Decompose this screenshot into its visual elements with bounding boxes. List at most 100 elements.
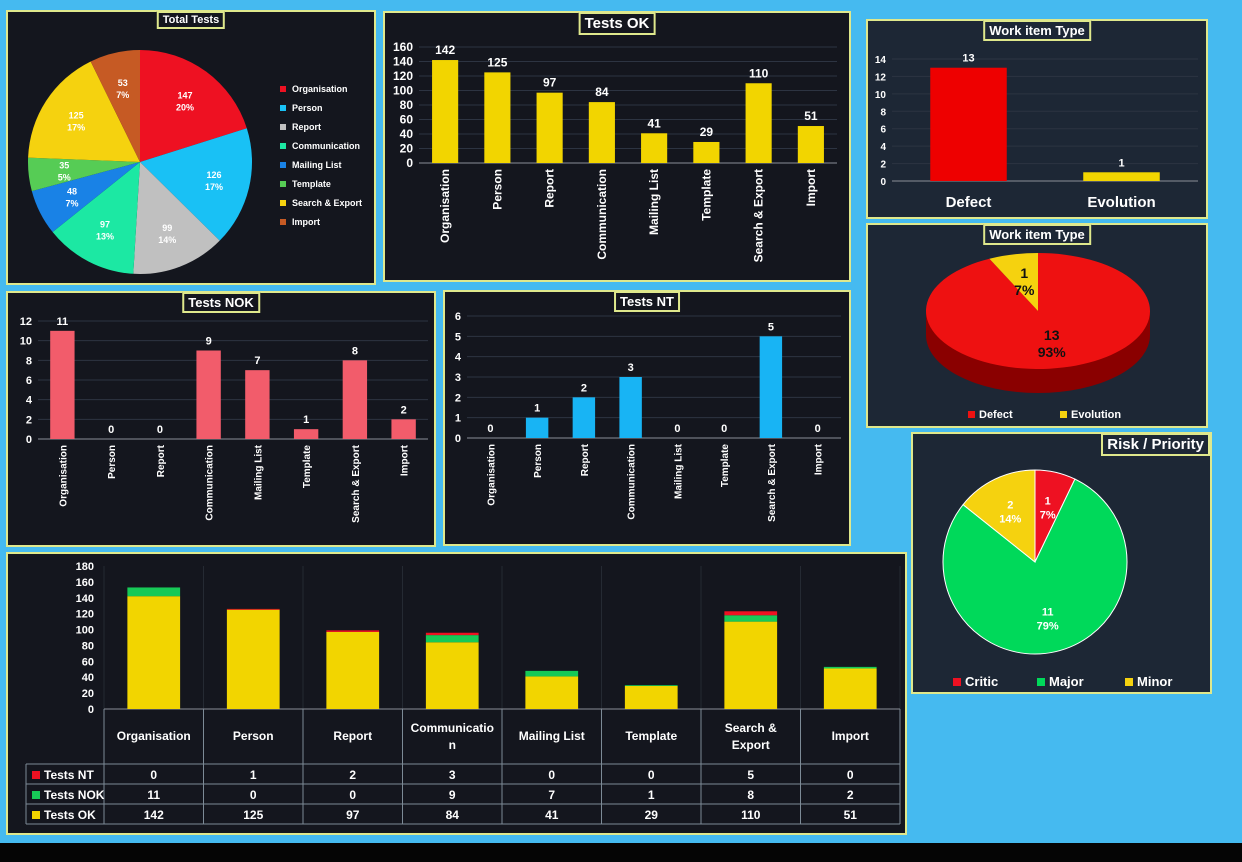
slice-value-label: 125	[69, 110, 84, 120]
data-label: 5	[768, 321, 774, 333]
y-tick-label: 120	[76, 609, 94, 621]
table-cell: 11	[147, 788, 160, 802]
table-cell: 51	[844, 808, 858, 822]
data-label: 0	[487, 423, 493, 435]
x-tick-label: Mailing List	[647, 169, 661, 235]
table-header-label: Search &	[725, 721, 777, 735]
table-cell: 97	[346, 808, 360, 822]
legend-label: Major	[1049, 674, 1084, 689]
bar-organisation	[50, 330, 75, 439]
legend-swatch-communication	[280, 143, 286, 149]
y-tick-label: 0	[455, 433, 461, 445]
y-tick-label: 0	[26, 434, 32, 446]
x-tick-label: Import	[804, 169, 818, 206]
bar-communication	[588, 102, 615, 163]
legend-label: Mailing List	[292, 160, 342, 170]
x-tick-label: Template	[302, 445, 313, 489]
table-cell: 1	[250, 768, 257, 782]
legend-swatch-import	[280, 219, 286, 225]
table-legend-swatch-tests-nt	[32, 771, 40, 779]
legend-label: Critic	[965, 674, 998, 689]
stack-segment-tests-ok-template	[624, 685, 678, 709]
slice-percent-label: 7%	[66, 198, 79, 208]
table-cell: 0	[250, 788, 257, 802]
table-cell: 29	[645, 808, 659, 822]
slice-value-label: 147	[178, 91, 193, 101]
data-label: 2	[401, 404, 407, 416]
table-header-label: Export	[732, 738, 770, 752]
data-label: 0	[815, 423, 821, 435]
tests-nt-panel: 0 1 2 3 4 5 6 0 Organisation 1 Person 2 Report 3 Commu…	[443, 290, 851, 546]
tests-nt-chart: 0 1 2 3 4 5 6 0 Organisation 1 Person 2 Report 3 Commu…	[455, 311, 841, 522]
legend-swatch-major	[1037, 678, 1045, 686]
y-tick-label: 60	[82, 656, 94, 668]
slice-value-label: 11	[1042, 607, 1054, 619]
y-tick-label: 5	[455, 331, 461, 343]
slice-value-label: 99	[162, 223, 172, 233]
table-header-label: Person	[233, 729, 274, 743]
x-tick-label: Person	[533, 444, 544, 478]
x-tick-label: Search & Export	[767, 443, 778, 521]
bar-person	[525, 417, 549, 438]
y-tick-label: 2	[26, 414, 32, 426]
stack-segment-tests-nok-organisation	[127, 587, 181, 597]
stack-segment-tests-ok-organisation	[127, 596, 181, 709]
slice-percent-label: 13%	[96, 232, 114, 242]
data-label: 1	[1118, 157, 1124, 169]
stack-segment-tests-ok-import	[823, 668, 877, 709]
table-row-label: Tests OK	[44, 808, 96, 822]
bar-template	[693, 141, 720, 163]
y-tick-label: 12	[875, 72, 887, 83]
y-tick-label: 0	[880, 177, 886, 188]
x-tick-label: Organisation	[438, 169, 452, 243]
data-label: 51	[804, 109, 818, 123]
legend-label: Organisation	[292, 84, 348, 94]
legend-label: Defect	[979, 409, 1013, 421]
table-row-label: Tests NT	[44, 768, 94, 782]
y-tick-label: 100	[76, 625, 94, 637]
tests-ok-title: Tests OK	[578, 12, 656, 35]
risk-priority-panel: 1 7% 11 79% 2 14% Critic Major Minor Risk / Prio…	[911, 432, 1212, 694]
x-tick-label: Communication	[205, 445, 216, 521]
slice-value-label: 13	[1044, 327, 1060, 343]
slice-percent-label: 20%	[176, 103, 194, 113]
bar-defect	[930, 67, 1007, 181]
slice-value-label: 48	[67, 186, 77, 196]
slice-value-label: 126	[207, 170, 222, 180]
data-label: 29	[700, 125, 714, 139]
data-label: 1	[534, 403, 540, 415]
x-tick-label: Import	[400, 444, 411, 476]
table-cell: 0	[349, 788, 356, 802]
work-item-pie-panel: 13 93% 1 7% Defect Evolution Work item Type	[866, 223, 1208, 428]
bar-communication	[196, 350, 221, 439]
y-tick-label: 40	[82, 672, 94, 684]
y-tick-label: 4	[880, 142, 886, 153]
table-cell: 110	[741, 808, 761, 822]
y-tick-label: 140	[76, 593, 94, 605]
tests-nt-title: Tests NT	[614, 291, 680, 312]
stacked-chart: 020406080100120140160180Organisation Pers…	[25, 561, 901, 825]
data-label: 11	[57, 316, 69, 328]
bar-search-export	[342, 360, 368, 439]
stack-segment-tests-nok-communication	[425, 635, 479, 643]
bar-import	[797, 126, 824, 163]
table-legend-swatch-tests-ok	[32, 811, 40, 819]
data-label: 9	[206, 336, 212, 348]
y-tick-label: 0	[406, 156, 413, 170]
slice-percent-label: 14%	[158, 235, 176, 245]
table-header-label: Report	[333, 729, 372, 743]
legend-label: Template	[292, 179, 331, 189]
table-cell: 3	[449, 768, 456, 782]
bar-communication	[619, 377, 642, 438]
slice-percent-label: 5%	[58, 173, 71, 183]
slice-value-label: 53	[118, 78, 128, 88]
y-tick-label: 80	[400, 98, 414, 112]
bar-report	[572, 397, 596, 438]
y-tick-label: 0	[88, 704, 94, 716]
x-tick-label: Report	[580, 443, 591, 476]
stack-segment-tests-nok-template	[624, 685, 678, 686]
y-tick-label: 100	[393, 84, 413, 98]
table-header-label: n	[449, 738, 456, 752]
data-label: 1	[303, 414, 309, 426]
x-tick-label: Import	[814, 443, 825, 475]
